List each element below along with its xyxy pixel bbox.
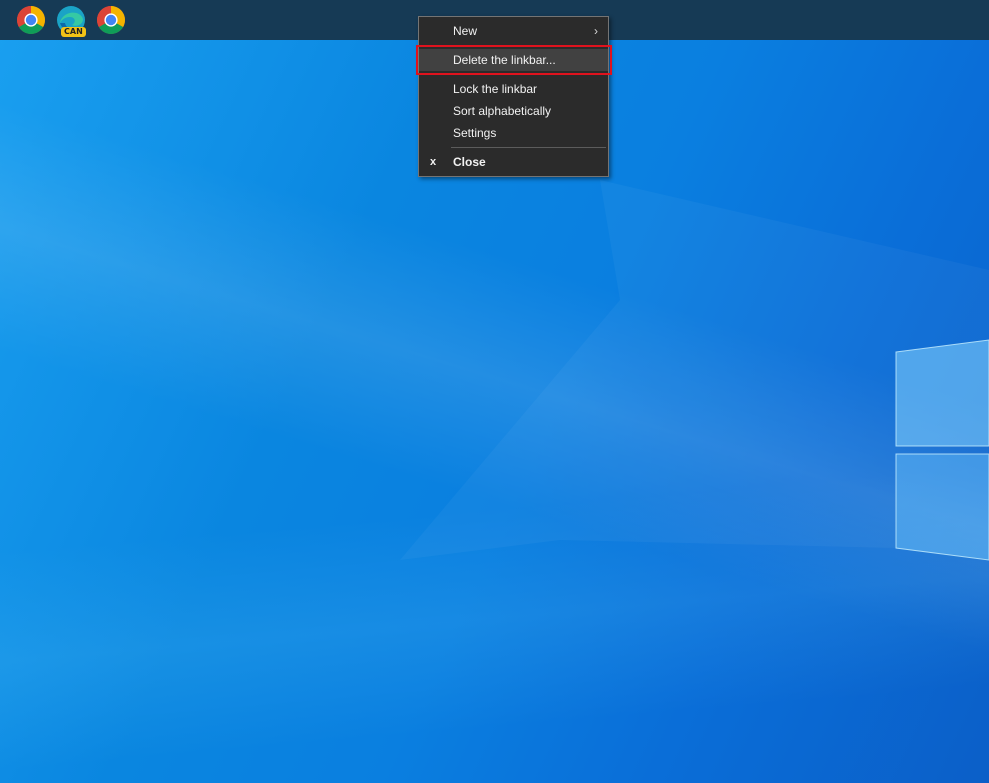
menu-item-delete-linkbar[interactable]: Delete the linkbar...: [419, 49, 608, 71]
menu-item-label: Close: [453, 155, 486, 169]
menu-item-settings[interactable]: Settings: [419, 122, 608, 144]
menu-item-label: Lock the linkbar: [453, 82, 538, 96]
menu-item-new[interactable]: New ›: [419, 20, 608, 42]
menu-item-lock-linkbar[interactable]: Lock the linkbar: [419, 78, 608, 100]
menu-separator: [451, 45, 606, 46]
chevron-right-icon: ›: [594, 24, 598, 38]
linkbar-context-menu: New › Delete the linkbar... Lock the lin…: [418, 16, 609, 177]
menu-item-sort-alphabetically[interactable]: Sort alphabetically: [419, 100, 608, 122]
chrome-icon[interactable]: [14, 3, 48, 37]
menu-item-close[interactable]: x Close: [419, 151, 608, 173]
menu-item-label: New: [453, 24, 478, 38]
menu-separator: [451, 147, 606, 148]
menu-item-label: Delete the linkbar...: [453, 53, 556, 67]
menu-item-label: Settings: [453, 126, 497, 140]
close-icon: x: [430, 156, 437, 168]
menu-separator: [451, 74, 606, 75]
edge-canary-icon[interactable]: CAN: [54, 3, 88, 37]
chrome-icon[interactable]: [94, 3, 128, 37]
light-beam: [0, 437, 989, 780]
canary-badge: CAN: [61, 27, 86, 37]
menu-item-label: Sort alphabetically: [453, 104, 552, 118]
